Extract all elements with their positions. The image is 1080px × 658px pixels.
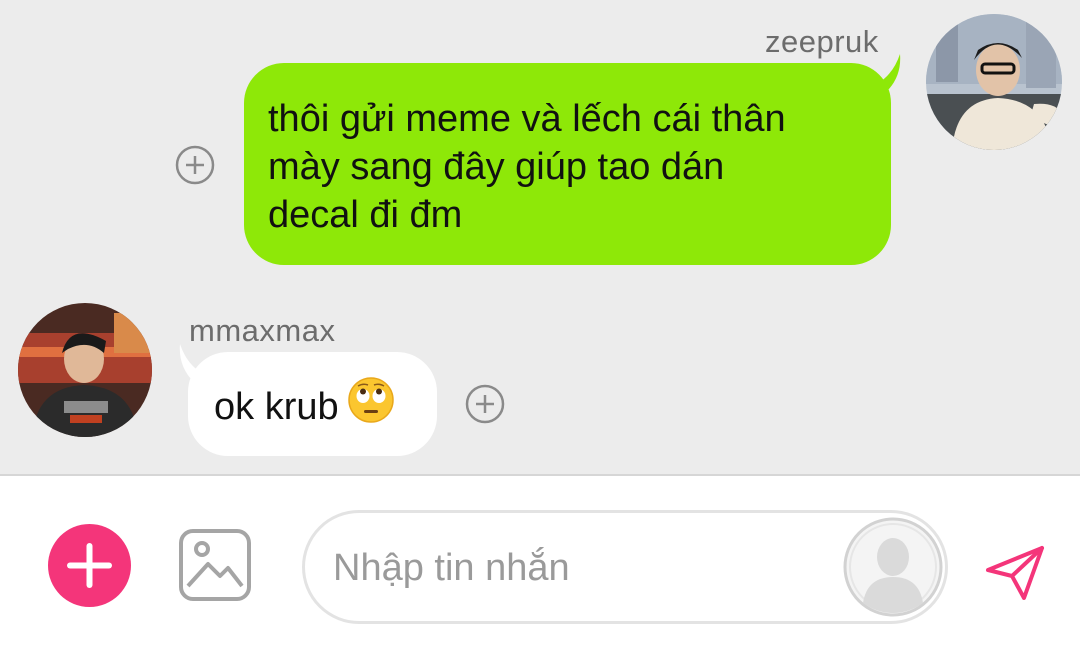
sticker-button[interactable] (843, 517, 943, 617)
message-input[interactable] (331, 539, 835, 597)
message-input-container (302, 510, 948, 624)
add-reaction-icon[interactable] (465, 384, 505, 424)
rolling-eyes-emoji (347, 376, 395, 436)
chat-area[interactable]: zeepruk thôi gửi meme và lếch cái thân m… (0, 0, 1080, 474)
paper-plane-icon[interactable] (984, 544, 1046, 602)
incoming-message-bubble[interactable]: ok krub (188, 352, 437, 456)
message-line: mày sang đây giúp tao dán (268, 146, 725, 188)
outgoing-message-bubble[interactable]: thôi gửi meme và lếch cái thân mày sang … (244, 63, 891, 265)
avatar-zeepruk[interactable] (926, 14, 1062, 150)
image-icon[interactable] (178, 528, 252, 602)
add-attachment-button[interactable] (48, 524, 131, 607)
add-reaction-icon[interactable] (175, 145, 215, 185)
avatar-mmaxmax[interactable] (18, 303, 152, 437)
plus-icon (67, 543, 112, 588)
message-text: ok krub (214, 386, 339, 429)
person-silhouette-icon (843, 517, 943, 617)
message-line: decal đi đm (268, 194, 463, 236)
message-line: thôi gửi meme và lếch cái thân (268, 98, 786, 140)
